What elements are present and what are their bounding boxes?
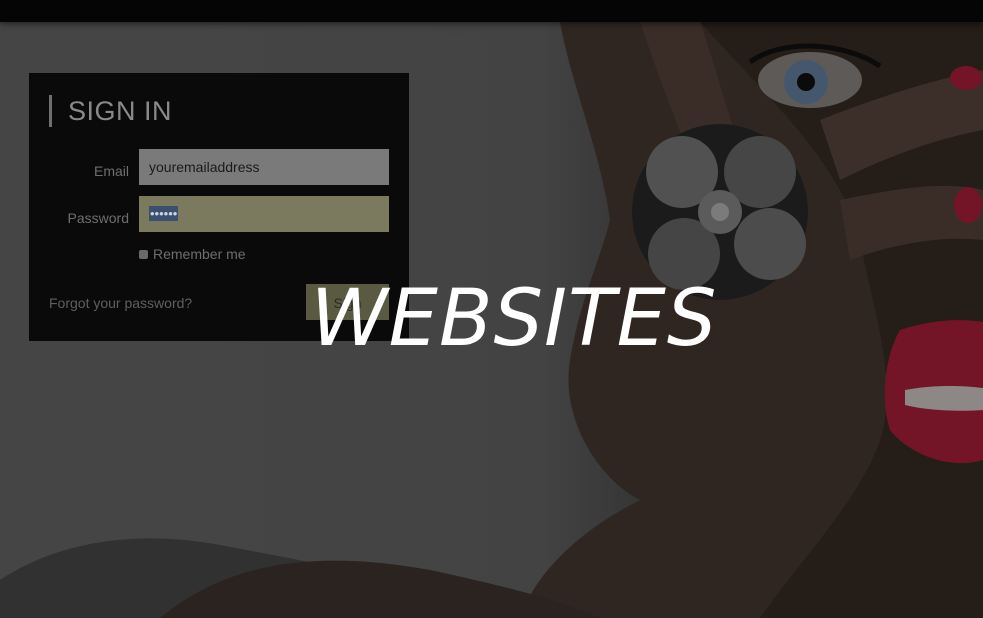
signin-title: SIGN IN xyxy=(49,95,172,127)
password-field[interactable] xyxy=(139,196,389,232)
top-bar xyxy=(0,0,983,22)
email-label: Email xyxy=(93,163,129,179)
remember-me-checkbox[interactable] xyxy=(139,250,148,259)
remember-me-label: Remember me xyxy=(153,246,246,262)
overlay-title: WEBSITES xyxy=(310,274,718,364)
login-page: SIGN IN Email Password •••••• Remember m… xyxy=(0,0,983,618)
email-field[interactable] xyxy=(139,149,389,185)
password-label: Password xyxy=(67,210,129,226)
